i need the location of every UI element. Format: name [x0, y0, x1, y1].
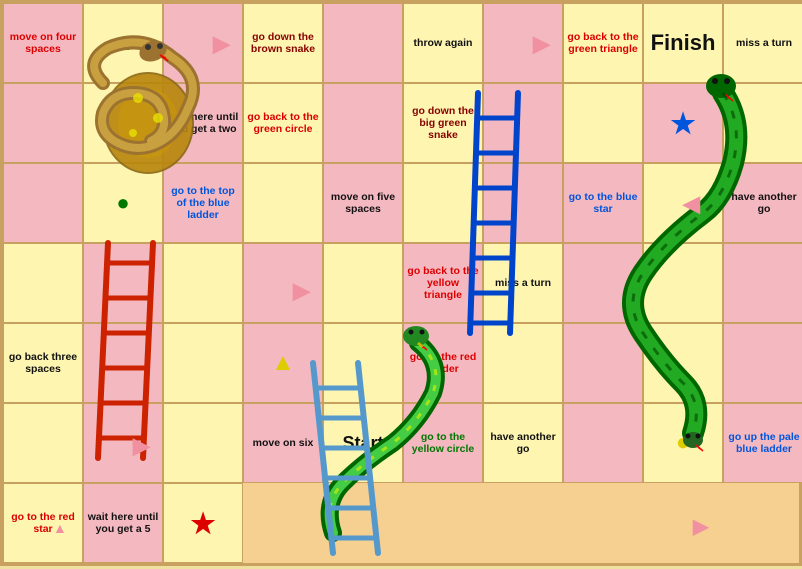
cell-r5-c5	[3, 403, 83, 483]
cell-r0-c2	[163, 3, 243, 83]
cell-text-r2-c0: ★	[670, 107, 695, 140]
cell-text-r5-c8: move on six	[253, 437, 314, 449]
cell-r6-c4: ●	[643, 403, 723, 483]
cell-r5-c3	[643, 323, 723, 403]
cell-text-r2-c4: go to the top of the blue ladder	[167, 185, 239, 221]
cell-r2-c0: ★	[643, 83, 723, 163]
cell-r2-c6: move on five spaces	[323, 163, 403, 243]
cell-r6-c7: wait here until you get a 5	[83, 483, 163, 563]
cell-r0-c1: ▲	[83, 3, 163, 83]
cell-grid: move on four spaces ▲ go down the brown sn…	[3, 3, 802, 569]
cell-text-r2-c6: move on five spaces	[327, 191, 399, 215]
cell-text-r0-c1: ▲	[112, 30, 134, 56]
cell-r1-c1	[3, 83, 83, 163]
cell-text-r6-c7: wait here until you get a 5	[87, 511, 159, 535]
cell-r6-c5: go up the pale blue ladder	[723, 403, 802, 483]
cell-text-r1-c0: miss a turn	[736, 37, 792, 49]
cell-r3-c4	[83, 243, 163, 323]
cell-text-r3-c0: go to the blue star	[567, 191, 639, 215]
cell-r6-c2: have another go	[483, 403, 563, 483]
cell-text-r6-c0: Start	[342, 433, 383, 454]
cell-r6-c1: go to the yellow circle	[403, 403, 483, 483]
cell-r1-c5	[323, 83, 403, 163]
cell-text-r0-c8: Finish	[651, 30, 716, 56]
cell-text-r0-c3: go down the brown snake	[247, 31, 319, 55]
cell-r6-c8: ★	[163, 483, 243, 563]
cell-r1-c4: go back to the green circle	[243, 83, 323, 163]
cell-r4-c3	[723, 243, 802, 323]
cell-r4-c8	[323, 323, 403, 403]
cell-r6-c3	[563, 403, 643, 483]
cell-text-r6-c4: ●	[676, 429, 691, 457]
cell-text-r4-c4: go back three spaces	[7, 351, 79, 375]
cell-r2-c7	[403, 163, 483, 243]
cell-text-r0-c5: throw again	[414, 37, 473, 49]
cell-r3-c6	[243, 243, 323, 323]
cell-r4-c1	[563, 243, 643, 323]
cell-text-r1-c4: go back to the green circle	[247, 111, 319, 135]
cell-text-r4-c0: miss a turn	[495, 277, 551, 289]
cell-r2-c3: ●	[83, 163, 163, 243]
cell-r5-c7	[163, 403, 243, 483]
cell-text-r2-c3: ●	[116, 190, 129, 216]
cell-text-r0-c7: go back to the green triangle	[567, 31, 639, 55]
cell-text-r1-c3: wait here until you get a two	[167, 111, 239, 135]
cell-text-r3-c2: have another go	[727, 191, 801, 215]
cell-r5-c6	[83, 403, 163, 483]
cell-r0-c5: throw again	[403, 3, 483, 83]
cell-r6-c0: Start	[323, 403, 403, 483]
cell-r2-c4: go to the top of the blue ladder	[163, 163, 243, 243]
cell-r4-c4: go back three spaces	[3, 323, 83, 403]
cell-r1-c7	[483, 83, 563, 163]
cell-r1-c0: miss a turn	[723, 3, 802, 83]
cell-r1-c3: wait here until you get a two	[163, 83, 243, 163]
cell-r5-c1	[483, 323, 563, 403]
cell-r0-c6	[483, 3, 563, 83]
cell-r1-c2	[83, 83, 163, 163]
cell-r0-c8: Finish	[643, 3, 723, 83]
cell-r4-c2	[643, 243, 723, 323]
cell-r5-c0: go up the red ladder	[403, 323, 483, 403]
cell-r4-c5	[83, 323, 163, 403]
cell-text-r6-c1: go to the yellow circle	[407, 431, 479, 455]
cell-r3-c7	[323, 243, 403, 323]
cell-r6-c6: go to the red star	[3, 483, 83, 563]
cell-r2-c1	[723, 83, 802, 163]
cell-r0-c3: go down the brown snake	[243, 3, 323, 83]
cell-r3-c5	[163, 243, 243, 323]
cell-r3-c1	[643, 163, 723, 243]
cell-text-r4-c7: ▲	[271, 349, 295, 377]
cell-text-r0-c0: move on four spaces	[7, 31, 79, 55]
cell-r2-c8	[483, 163, 563, 243]
game-board: move on four spaces ▲ go down the brown sn…	[0, 0, 802, 566]
cell-text-r6-c6: go to the red star	[7, 511, 79, 535]
cell-r5-c8: move on six	[243, 403, 323, 483]
cell-r3-c8: go back to the yellow triangle	[403, 243, 483, 323]
cell-r3-c3	[3, 243, 83, 323]
cell-r0-c4	[323, 3, 403, 83]
cell-r4-c0: miss a turn	[483, 243, 563, 323]
cell-text-r6-c5: go up the pale blue ladder	[727, 431, 801, 455]
cell-r1-c6: go down the big green snake	[403, 83, 483, 163]
cell-text-r6-c2: have another go	[487, 431, 559, 455]
cell-r4-c7: ▲	[243, 323, 323, 403]
cell-r4-c6	[163, 323, 243, 403]
cell-r3-c0: go to the blue star	[563, 163, 643, 243]
cell-text-r1-c6: go down the big green snake	[407, 105, 479, 141]
cell-r5-c4	[723, 323, 802, 403]
cell-r2-c5	[243, 163, 323, 243]
cell-r3-c2: have another go	[723, 163, 802, 243]
cell-text-r5-c0: go up the red ladder	[407, 351, 479, 375]
cell-r0-c7: go back to the green triangle	[563, 3, 643, 83]
cell-r2-c2	[3, 163, 83, 243]
cell-r0-c0: move on four spaces	[3, 3, 83, 83]
cell-text-r6-c8: ★	[190, 507, 215, 540]
cell-r1-c8	[563, 83, 643, 163]
cell-r5-c2	[563, 323, 643, 403]
cell-text-r3-c8: go back to the yellow triangle	[407, 265, 479, 301]
